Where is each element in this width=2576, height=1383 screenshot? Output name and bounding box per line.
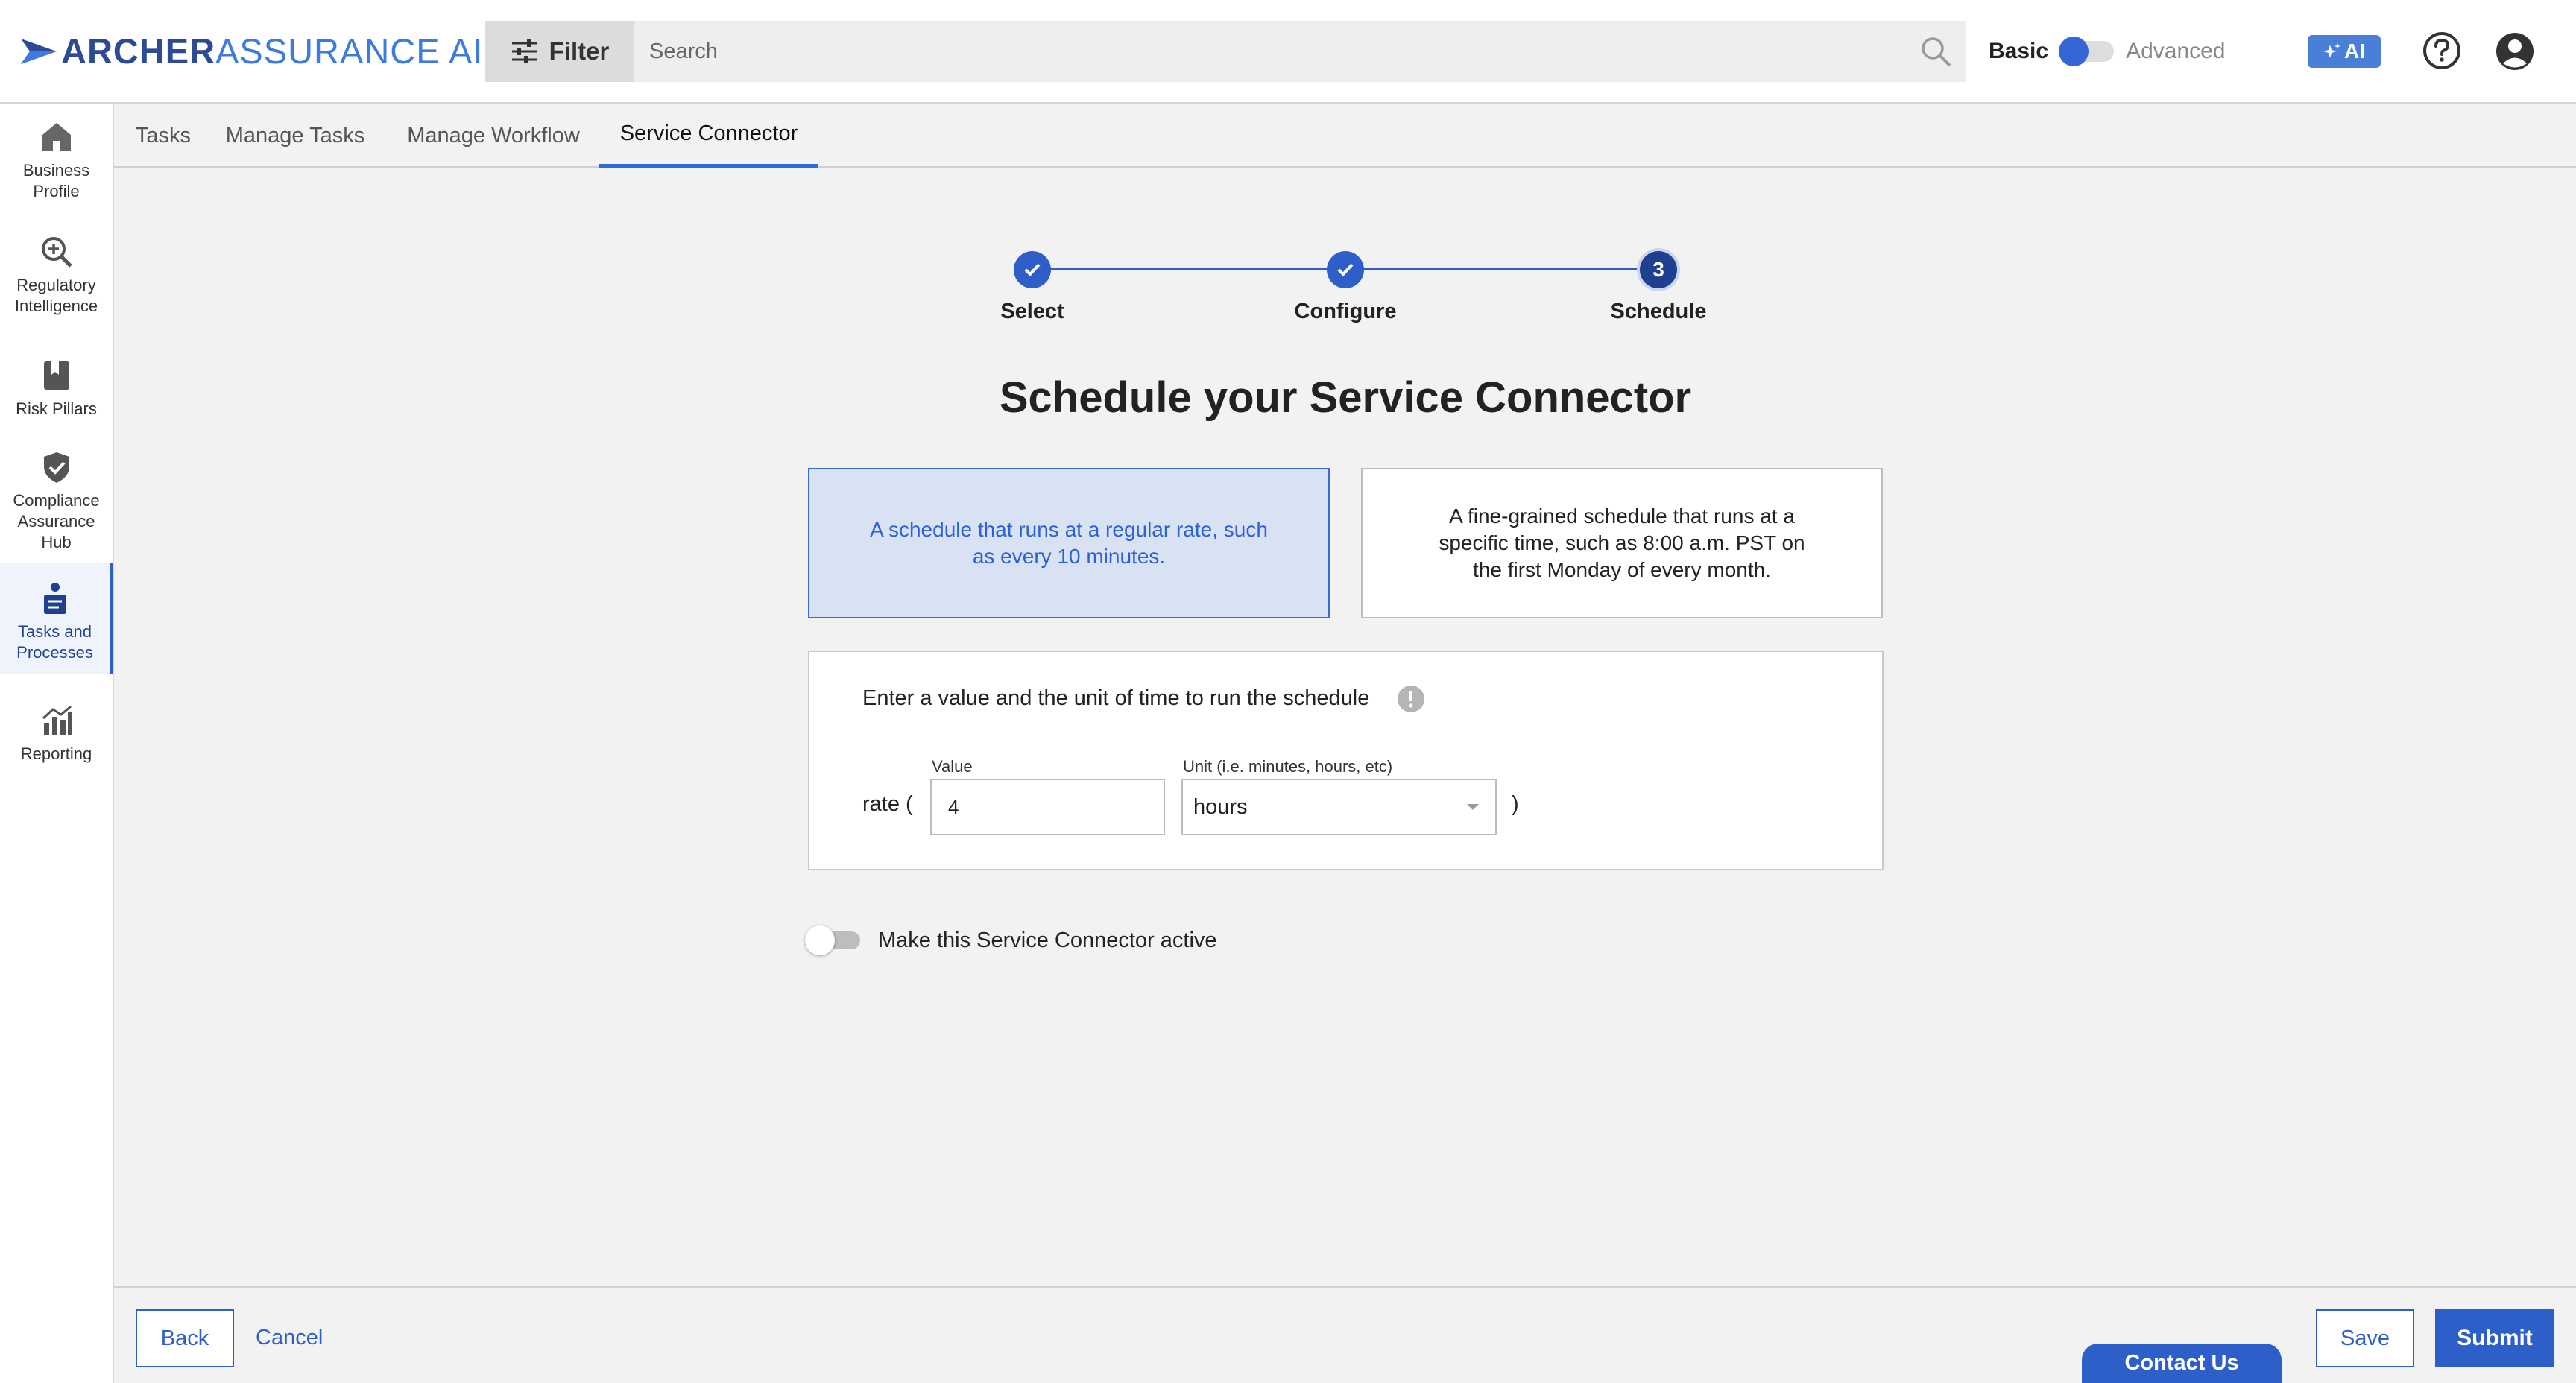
sidebar-item-label: Tasks and: [17, 622, 92, 641]
mode-advanced-label[interactable]: Advanced: [2126, 39, 2225, 64]
sidebar-item-label: Business: [22, 161, 90, 180]
app-name: ARCHERASSURANCE AI: [61, 31, 484, 71]
user-icon[interactable]: [2493, 30, 2536, 73]
sidebar-item-regulatory-intelligence[interactable]: Regulatory Intelligence: [0, 235, 113, 329]
active-toggle-knob: [805, 925, 835, 955]
step-label-select: Select: [1000, 300, 1064, 323]
shield-check-icon: [43, 452, 69, 483]
cron-schedule-option[interactable]: A fine-grained schedule that runs at a s…: [1361, 468, 1883, 618]
caret-down-icon: [1450, 803, 1495, 811]
mode-switch-knob: [2059, 37, 2089, 66]
sidebar-item-risk-pillars[interactable]: Risk Pillars: [0, 358, 113, 433]
sidebar-item-compliance-assurance-hub[interactable]: Compliance Assurance Hub: [0, 450, 113, 559]
search-input[interactable]: [634, 21, 1905, 82]
rate-config-panel: Enter a value and the unit of time to ru…: [808, 651, 1884, 870]
back-button[interactable]: Back: [136, 1309, 234, 1367]
unit-label: Unit (i.e. minutes, hours, etc): [1183, 757, 1393, 776]
cancel-button[interactable]: Cancel: [256, 1326, 323, 1350]
sidebar-item-tasks-and-processes[interactable]: Tasks and Processes: [0, 563, 113, 674]
mode-basic-label[interactable]: Basic: [1989, 39, 2048, 64]
rate-option-description: A schedule that runs at a regular rate, …: [870, 518, 1268, 568]
archer-logo-icon: [21, 39, 57, 64]
unit-select[interactable]: hours: [1181, 779, 1497, 835]
sidebar: Business Profile Regulatory Intelligence…: [0, 104, 114, 1383]
sidebar-item-label: Regulatory: [16, 276, 96, 294]
search-bar: Filter: [485, 21, 1966, 82]
step-label-schedule: Schedule: [1610, 300, 1707, 323]
rate-schedule-option[interactable]: A schedule that runs at a regular rate, …: [808, 468, 1330, 618]
value-input[interactable]: [930, 779, 1165, 835]
home-icon: [42, 123, 71, 151]
step-connector: [1032, 268, 1345, 270]
sidebar-item-label: Compliance: [13, 491, 100, 510]
sidebar-item-reporting[interactable]: Reporting: [0, 703, 113, 778]
footer-divider: [114, 1286, 2576, 1288]
tasks-icon: [43, 583, 66, 614]
rate-help-text: Enter a value and the unit of time to ru…: [862, 686, 1370, 710]
active-toggle[interactable]: [805, 925, 862, 955]
cron-option-description: A fine-grained schedule that runs at a s…: [1439, 504, 1805, 581]
unit-selected-value: hours: [1193, 794, 1248, 819]
step-schedule-number: 3: [1640, 251, 1677, 288]
top-bar: ARCHERASSURANCE AI Filter Basic Advanced: [0, 0, 2576, 104]
step-select-complete-icon: [1014, 251, 1051, 288]
rate-suffix: ): [1512, 792, 1519, 816]
value-label: Value: [932, 757, 973, 776]
bookmark-icon: [43, 361, 69, 390]
tab-manage-tasks[interactable]: Manage Tasks: [220, 104, 370, 168]
search-button[interactable]: [1905, 21, 1966, 82]
sidebar-item-label: Assurance: [17, 512, 95, 531]
mode-toggle[interactable]: Basic Advanced: [1989, 33, 2226, 70]
sidebar-item-label: Processes: [16, 643, 93, 662]
mode-switch[interactable]: [2059, 37, 2115, 66]
info-icon[interactable]: [1397, 685, 1425, 713]
sidebar-item-label: Intelligence: [14, 297, 98, 315]
sparkle-icon: [2323, 43, 2340, 58]
contact-us-button[interactable]: Contact Us: [2082, 1344, 2282, 1383]
tab-manage-workflow[interactable]: Manage Workflow: [399, 104, 588, 168]
magnify-plus-icon: [41, 237, 72, 268]
page-title: Schedule your Service Connector: [999, 373, 1692, 422]
chart-icon: [42, 705, 72, 735]
step-configure-complete-icon: [1327, 251, 1364, 288]
filter-button[interactable]: Filter: [485, 21, 634, 82]
search-icon: [1922, 37, 1951, 67]
sidebar-item-label: Reporting: [20, 744, 92, 763]
tab-service-connector[interactable]: Service Connector: [599, 104, 818, 168]
save-button[interactable]: Save: [2316, 1309, 2414, 1367]
sidebar-item-label: Hub: [41, 533, 72, 551]
sidebar-item-business-profile[interactable]: Business Profile: [0, 120, 113, 214]
submit-button[interactable]: Submit: [2435, 1309, 2554, 1367]
ai-button[interactable]: AI: [2308, 35, 2381, 68]
sidebar-item-label: Risk Pillars: [16, 399, 97, 418]
filter-icon: [511, 39, 537, 63]
help-icon[interactable]: [2421, 30, 2463, 72]
sidebar-item-label: Profile: [33, 182, 80, 200]
ai-label: AI: [2344, 39, 2365, 63]
filter-label: Filter: [549, 37, 610, 65]
step-label-configure: Configure: [1294, 300, 1397, 323]
step-connector: [1345, 268, 1658, 270]
rate-prefix: rate (: [862, 792, 913, 816]
tab-bar: Tasks Manage Tasks Manage Workflow Servi…: [114, 104, 2576, 168]
active-toggle-label: Make this Service Connector active: [878, 928, 1217, 952]
app-logo[interactable]: ARCHERASSURANCE AI: [19, 33, 483, 70]
tab-tasks[interactable]: Tasks: [132, 104, 195, 168]
